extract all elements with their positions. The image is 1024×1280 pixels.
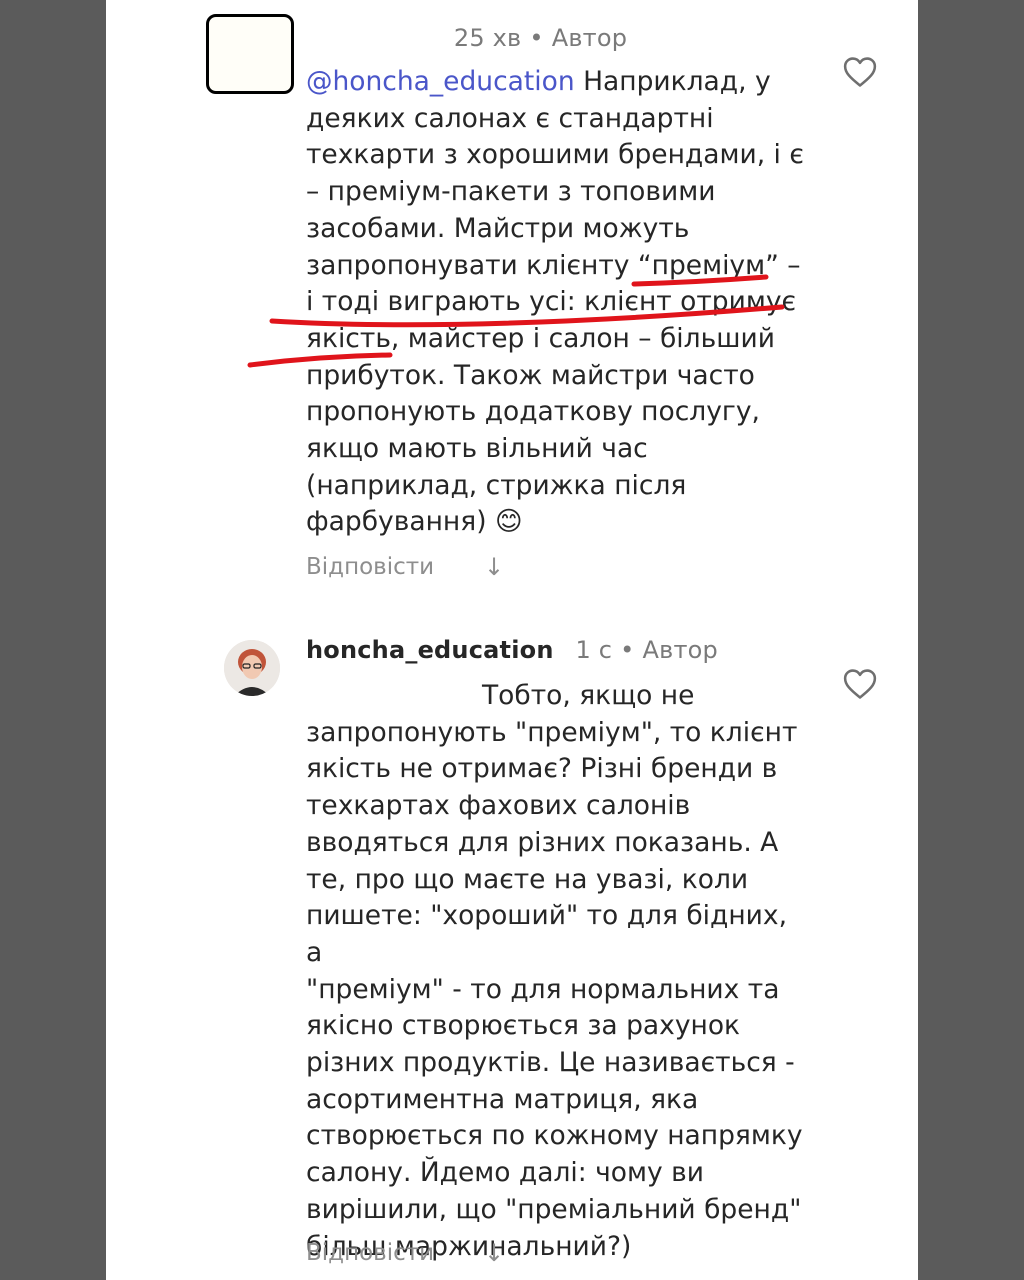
comment-1-reply-button[interactable]: Відповісти <box>306 554 434 580</box>
comment-2-reply-button[interactable]: Відповісти <box>306 1240 434 1266</box>
heart-outline-icon[interactable] <box>843 56 877 88</box>
comment-1-mention[interactable]: @honcha_education <box>306 66 575 97</box>
profile-photo <box>224 640 280 696</box>
comment-1-time: 25 хв <box>453 24 522 52</box>
comment-1-body: Наприклад, у деяких салонах є стандартні… <box>306 66 804 538</box>
separator-dot: • <box>529 24 544 52</box>
comment-2-body: Тобто, якщо не запропонують "преміум", т… <box>306 680 803 1262</box>
comment-2-author-tag: Автор <box>642 636 718 664</box>
comment-2-reply-row: Відповісти ↓ <box>306 1239 504 1267</box>
heart-outline-icon[interactable] <box>843 668 877 700</box>
comment-1-expand-arrow-icon[interactable]: ↓ <box>484 553 504 581</box>
avatar[interactable] <box>224 640 280 696</box>
comment-2-meta: honcha_education 1 с • Автор <box>306 636 718 664</box>
comment-2-time: 1 с <box>575 636 613 664</box>
redacted-avatar <box>206 14 294 94</box>
comment-2-username[interactable]: honcha_education <box>306 636 554 664</box>
separator-dot: • <box>620 636 635 664</box>
comment-2-expand-arrow-icon[interactable]: ↓ <box>484 1239 504 1267</box>
comment-1-author-tag: Автор <box>551 24 628 52</box>
comment-1-reply-row: Відповісти ↓ <box>306 553 504 581</box>
comment-1-text: @honcha_education Наприклад, у деяких са… <box>306 64 806 541</box>
comment-1-meta: 25 хв • Автор <box>306 24 627 52</box>
comment-2-text: Тобто, якщо не запропонують "преміум", т… <box>306 678 806 1265</box>
